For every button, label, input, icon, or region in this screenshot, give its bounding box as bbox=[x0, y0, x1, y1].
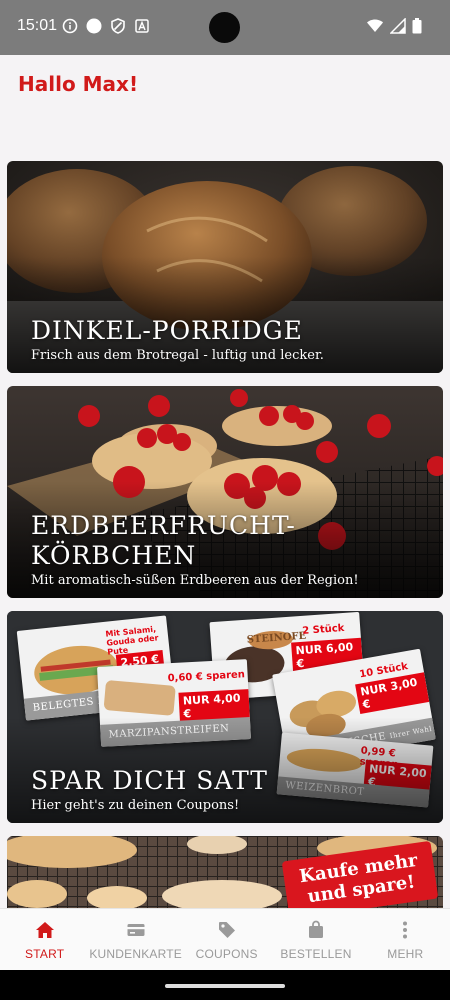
nav-label: BESTELLEN bbox=[280, 947, 352, 961]
nav-label: COUPONS bbox=[195, 947, 258, 961]
nav-label: START bbox=[25, 947, 65, 961]
card-subtitle: Hier geht's zu deinen Coupons! bbox=[31, 798, 240, 813]
card-subtitle: Frisch aus dem Brotregal - luftig und le… bbox=[31, 348, 324, 363]
nav-label: MEHR bbox=[387, 947, 424, 961]
home-gesture-bar[interactable] bbox=[165, 984, 285, 988]
bag-icon bbox=[308, 920, 323, 938]
nav-item-bestellen[interactable]: BESTELLEN bbox=[271, 909, 360, 970]
card-text: DINKEL-PORRIDGE Frisch aus dem Brotregal… bbox=[31, 316, 427, 363]
circle-icon bbox=[86, 18, 102, 34]
tag-icon bbox=[218, 922, 235, 938]
status-left-icons bbox=[62, 18, 150, 34]
signal-icon bbox=[390, 18, 406, 34]
home-icon bbox=[35, 922, 54, 938]
nav-item-start[interactable]: START bbox=[0, 909, 89, 970]
promo-card-erdbeer[interactable]: ERDBEERFRUCHT- KÖRBCHEN Mit aromatisch-s… bbox=[7, 386, 443, 598]
battery-icon bbox=[412, 18, 422, 34]
nav-item-mehr[interactable]: MEHR bbox=[361, 909, 450, 970]
coupon-marzipan[interactable]: 0,60 € sparen NUR 4,00 € MARZIPANSTREIFE… bbox=[97, 659, 251, 747]
card-subtitle: Mit aromatisch-süßen Erdbeeren aus der R… bbox=[31, 573, 359, 588]
card-text: SPAR DICH SATT Hier geht's zu deinen Cou… bbox=[31, 766, 427, 813]
card-title: ERDBEERFRUCHT- KÖRBCHEN bbox=[31, 511, 296, 570]
camera-cutout bbox=[209, 12, 240, 43]
status-bar: 15:01 bbox=[0, 0, 450, 55]
bottom-navigation: START KUNDENKARTE COUPONS BESTELLEN MEHR bbox=[0, 908, 450, 970]
nav-item-kundenkarte[interactable]: KUNDENKARTE bbox=[89, 909, 182, 970]
status-time: 15:01 bbox=[17, 17, 58, 34]
font-icon bbox=[135, 19, 149, 33]
shield-icon bbox=[111, 18, 125, 34]
card-icon bbox=[127, 924, 145, 936]
nav-label: KUNDENKARTE bbox=[89, 947, 182, 961]
card-title: DINKEL-PORRIDGE bbox=[31, 316, 303, 345]
promo-card-kaufe-mehr[interactable]: Kaufe mehr und spare! bbox=[7, 836, 443, 908]
wifi-icon bbox=[367, 19, 383, 32]
info-icon bbox=[62, 18, 78, 34]
promo-card-dinkel-porridge[interactable]: DINKEL-PORRIDGE Frisch aus dem Brotregal… bbox=[7, 161, 443, 373]
status-right-icons bbox=[366, 18, 422, 34]
greeting-title: Hallo Max! bbox=[18, 72, 139, 96]
coupon-label-small: Ihrer Wahl bbox=[389, 724, 433, 741]
more-vertical-icon bbox=[403, 921, 408, 939]
card-text: ERDBEERFRUCHT- KÖRBCHEN Mit aromatisch-s… bbox=[31, 511, 427, 588]
nav-item-coupons[interactable]: COUPONS bbox=[182, 909, 271, 970]
promo-card-coupons[interactable]: Mit Salami, Gouda oder Pute 2,50 € BELEG… bbox=[7, 611, 443, 823]
card-title: SPAR DICH SATT bbox=[31, 766, 268, 795]
